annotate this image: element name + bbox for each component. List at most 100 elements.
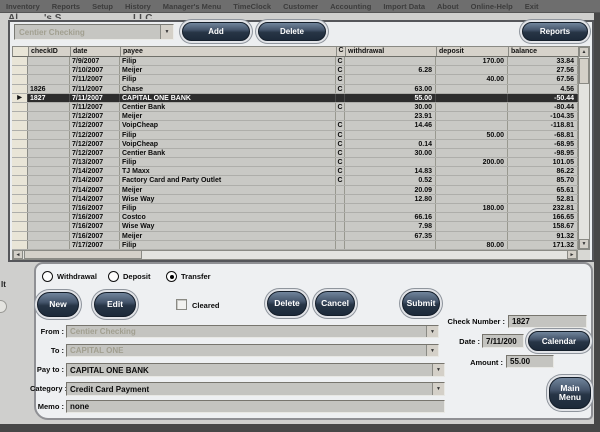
pay-to-field[interactable]: CAPITAL ONE BANK ▼ [66, 363, 445, 377]
account-selector[interactable]: Centier Checking ▼ [14, 24, 174, 40]
table-row[interactable]: 7/17/2007 Filip 80.00 171.32 [12, 240, 590, 250]
cell-withdrawal: 20.09 [345, 185, 436, 194]
radio-button-icon[interactable] [166, 271, 177, 282]
menu-item-online-help[interactable]: Online-Help [465, 2, 519, 11]
cell-row-selector [12, 240, 28, 249]
cell-row-selector: ▶ [12, 93, 28, 102]
new-button[interactable]: New [37, 292, 79, 317]
from-field[interactable]: Centier Checking ▼ [66, 325, 439, 338]
table-row[interactable]: 7/14/2007 TJ Maxx C 14.83 86.22 [12, 167, 590, 177]
table-row[interactable]: 7/16/2007 Wise Way 7.98 158.67 [12, 222, 590, 232]
menu-item-exit[interactable]: Exit [519, 2, 545, 11]
to-field[interactable]: CAPITAL ONE ▼ [66, 344, 439, 357]
vertical-scroll-thumb[interactable] [579, 58, 589, 84]
cell-balance: 91.32 [508, 231, 578, 240]
scroll-up-icon[interactable]: ▲ [579, 47, 589, 57]
cleared-checkbox[interactable] [176, 299, 187, 310]
scroll-right-icon[interactable]: ► [567, 250, 577, 259]
radio-button-icon[interactable] [42, 271, 53, 282]
table-row[interactable]: 7/11/2007 Centier Bank C 30.00 -80.44 [12, 102, 590, 113]
chevron-down-icon[interactable]: ▼ [160, 25, 173, 39]
cell-c [336, 231, 345, 240]
table-row[interactable]: 7/14/2007 Meijer 20.09 65.61 [12, 185, 590, 195]
menu-item-reports[interactable]: Reports [46, 2, 86, 11]
cell-withdrawal: 55.00 [345, 93, 436, 102]
submit-button[interactable]: Submit [402, 291, 440, 316]
amount-field[interactable]: 55.00 [506, 355, 554, 368]
menu-item-customer[interactable]: Customer [277, 2, 324, 11]
table-horizontal-scrollbar[interactable]: ◄ ► [12, 250, 578, 260]
table-row[interactable]: 7/12/2007 Filip C 50.00 -68.81 [12, 130, 590, 140]
category-field[interactable]: Credit Card Payment ▼ [66, 382, 445, 396]
table-row[interactable]: 7/16/2007 Costco 66.16 166.65 [12, 213, 590, 223]
radio-button-icon[interactable] [108, 271, 119, 282]
cell-payee: Filip [120, 240, 336, 249]
cell-balance: 33.84 [508, 57, 578, 66]
add-button[interactable]: Add [182, 22, 250, 41]
cell-c: C [336, 66, 345, 75]
cell-balance: 166.65 [508, 213, 578, 222]
cancel-button[interactable]: Cancel [315, 291, 355, 316]
radio-deposit[interactable]: Deposit [108, 271, 151, 282]
table-row[interactable]: 7/9/2007 Filip C 170.00 33.84 [12, 57, 590, 67]
menu-item-about[interactable]: About [431, 2, 465, 11]
date-label: Date : [459, 337, 480, 346]
radio-withdrawal[interactable]: Withdrawal [42, 271, 97, 282]
table-row[interactable]: 7/13/2007 Filip C 200.00 101.05 [12, 158, 590, 168]
chevron-down-icon[interactable]: ▼ [426, 326, 438, 337]
cell-withdrawal [345, 57, 436, 66]
cell-withdrawal: 63.00 [345, 84, 436, 93]
menu-item-timeclock[interactable]: TimeClock [227, 2, 277, 11]
menu-item-history[interactable]: History [119, 2, 157, 11]
check-number-field[interactable]: 1827 [508, 315, 587, 328]
edit-button[interactable]: Edit [94, 292, 136, 317]
date-field[interactable]: 7/11/200 [482, 334, 524, 348]
cell-payee: Costco [120, 213, 336, 222]
cell-checkID [28, 139, 70, 148]
table-row[interactable]: 7/12/2007 Centier Bank C 30.00 -98.95 [12, 148, 590, 159]
menu-item-setup[interactable]: Setup [86, 2, 119, 11]
cell-deposit [436, 231, 508, 240]
scroll-down-icon[interactable]: ▼ [579, 239, 589, 249]
menu-item-import-data[interactable]: Import Data [377, 2, 431, 11]
cell-balance: -118.81 [508, 121, 578, 130]
table-row[interactable]: 7/16/2007 Meijer 67.35 91.32 [12, 231, 590, 241]
menu-item-accounting[interactable]: Accounting [324, 2, 377, 11]
cell-checkID [28, 102, 70, 112]
chevron-down-icon[interactable]: ▼ [426, 345, 438, 356]
to-label: To : [50, 346, 64, 355]
memo-field[interactable]: none [66, 400, 445, 413]
cell-date: 7/11/2007 [70, 93, 120, 102]
delete-account-button[interactable]: Delete [258, 22, 326, 41]
table-row[interactable]: 7/10/2007 Meijer C 6.28 27.56 [12, 66, 590, 76]
cell-checkID [28, 121, 70, 130]
table-row[interactable]: 7/12/2007 VoipCheap C 14.46 -118.81 [12, 121, 590, 131]
cell-balance: 158.67 [508, 222, 578, 231]
menu-item-manager-s-menu[interactable]: Manager's Menu [157, 2, 227, 11]
cell-checkID [28, 112, 70, 121]
register-panel: Centier Checking ▼ Add Delete Reports ch… [8, 20, 594, 262]
table-row[interactable]: 7/12/2007 VoipCheap C 0.14 -68.95 [12, 139, 590, 149]
table-row[interactable]: 1826 7/11/2007 Chase C 63.00 4.56 [12, 84, 590, 94]
table-row[interactable]: 7/12/2007 Meijer 23.91 -104.35 [12, 112, 590, 122]
table-row[interactable]: 7/14/2007 Wise Way 12.80 52.81 [12, 194, 590, 204]
radio-transfer[interactable]: Transfer [166, 271, 211, 282]
column-header-withdrawal: withdrawal [346, 47, 437, 56]
table-row[interactable]: 7/14/2007 Factory Card and Party Outlet C 0… [12, 176, 590, 186]
delete-button[interactable]: Delete [267, 291, 307, 316]
reports-button[interactable]: Reports [522, 22, 588, 41]
table-vertical-scrollbar[interactable]: ▲ ▼ [578, 46, 590, 250]
window-frame-right [594, 13, 600, 424]
calendar-button[interactable]: Calendar [528, 331, 590, 351]
main-menu-button[interactable]: Main Menu [549, 377, 591, 409]
cell-row-selector [12, 231, 28, 240]
cell-withdrawal [345, 75, 436, 84]
table-row[interactable]: ▶ 1827 7/11/2007 CAPITAL ONE BANK 55.00 -50.4… [12, 93, 590, 103]
menu-item-inventory[interactable]: Inventory [0, 2, 46, 11]
horizontal-scroll-thumb[interactable] [24, 250, 142, 259]
cell-checkID [28, 231, 70, 240]
chevron-down-icon[interactable]: ▼ [432, 383, 444, 395]
table-row[interactable]: 7/16/2007 Filip 180.00 232.81 [12, 204, 590, 214]
table-row[interactable]: 7/11/2007 Filip C 40.00 67.56 [12, 75, 590, 85]
scroll-left-icon[interactable]: ◄ [13, 250, 23, 259]
